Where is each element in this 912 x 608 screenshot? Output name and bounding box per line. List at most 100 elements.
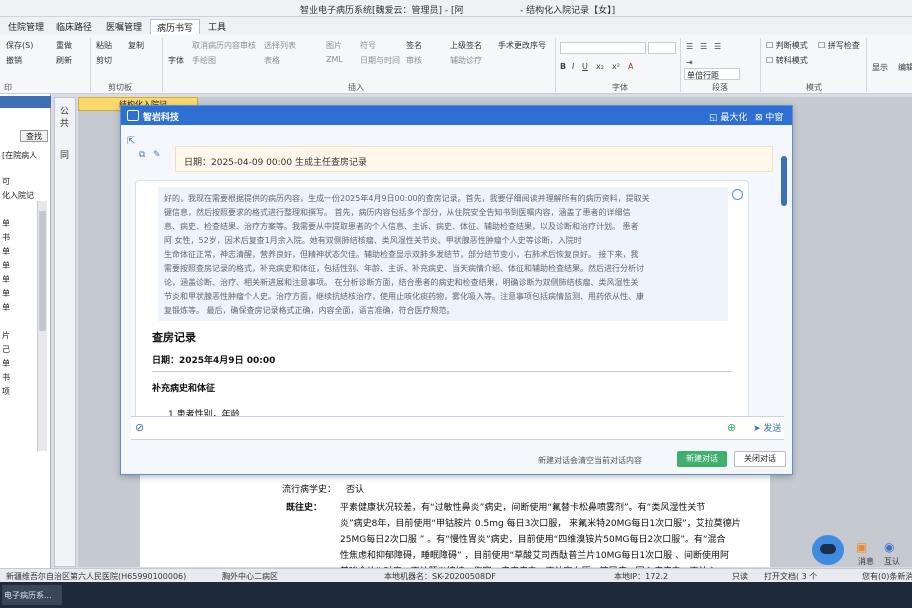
font-face-button[interactable]: 字体 — [168, 55, 184, 66]
tab-orders[interactable]: 医嘱管理 — [100, 19, 148, 34]
taskbar: 电子病历系... — [0, 582, 912, 608]
revise-mode-checkbox[interactable]: ☐ 判断模式 — [766, 40, 808, 51]
close-chat-button[interactable]: 关闭对话 — [734, 451, 786, 467]
attach-icon[interactable]: ⊘ — [135, 421, 144, 434]
table-button[interactable]: 表格 — [264, 55, 280, 66]
status-ip: 本地IP：172.2 — [614, 572, 669, 581]
aux-diagnosis-button[interactable]: 辅助诊疗 — [450, 55, 482, 66]
answer-title: 查房记录 — [152, 331, 196, 344]
refresh-button[interactable]: 刷新 — [56, 55, 72, 66]
tab-clinical-path[interactable]: 临床路径 — [50, 19, 98, 34]
edit-button[interactable]: 编辑 — [898, 62, 912, 73]
answer-section: 补充病史和体征 — [152, 384, 216, 394]
paste-button[interactable]: 粘贴 — [96, 40, 112, 51]
message-label[interactable]: 消息 — [858, 556, 874, 567]
divider — [162, 38, 163, 92]
font-color-icon[interactable]: A — [628, 62, 633, 71]
dialog-scrollbar[interactable] — [781, 156, 787, 206]
list-item[interactable]: 单 — [2, 274, 10, 285]
copy-icon[interactable]: ⧉ — [139, 150, 145, 160]
status-ward: 胸外中心二病区 — [222, 572, 278, 581]
taskbar-app-button[interactable]: 电子病历系... — [2, 585, 62, 605]
collapse-icon[interactable] — [732, 189, 743, 200]
subscript-icon[interactable]: x₂ — [596, 62, 604, 71]
list-item[interactable]: 可 — [2, 176, 10, 187]
list-item[interactable]: 书 — [2, 232, 10, 243]
list-item[interactable]: 单 — [2, 302, 10, 313]
symbol-button[interactable]: 符号 — [360, 40, 376, 51]
tab-record-writing[interactable]: 病历书写 — [150, 19, 201, 34]
past-history-line: 25MG每日2次口服 ” 。有“慢性胃炎”病史，目前使用“四维溴铵片50MG每日… — [340, 535, 726, 545]
add-icon[interactable]: ⊕ — [727, 421, 736, 434]
group-insert-label: 插入 — [348, 83, 364, 92]
interact-icon[interactable]: ◉ — [884, 540, 894, 554]
cut-button[interactable]: 剪切 — [96, 55, 112, 66]
new-chat-button[interactable]: 新建对话 — [677, 451, 727, 467]
transfer-mode-checkbox[interactable]: ☐ 转科模式 — [766, 55, 808, 66]
cancel-review-button[interactable]: 取消病历内容审核 — [192, 40, 256, 51]
align-left-icon[interactable]: ☰ — [686, 42, 693, 51]
patient-filter[interactable]: [在院病人 — [2, 150, 37, 161]
undo-button[interactable]: 撤销 — [6, 55, 22, 66]
align-center-icon[interactable]: ☰ — [700, 42, 707, 51]
datetime-button[interactable]: 日期与时间 — [360, 55, 400, 66]
send-label: 发送 — [763, 424, 782, 434]
underline-icon[interactable]: U — [582, 62, 588, 71]
zml-button[interactable]: ZML — [326, 55, 343, 64]
edit-icon[interactable]: ✎ — [153, 150, 161, 160]
chat-input[interactable]: ⊘ ⊕ ➤ 发送 — [131, 416, 784, 440]
strip-label[interactable]: 同 — [60, 148, 69, 161]
list-item[interactable]: 单 — [2, 260, 10, 271]
spellcheck-checkbox[interactable]: ☐ 拼写检查 — [818, 40, 860, 51]
list-item[interactable]: 片 — [2, 330, 10, 341]
medium-window-label: 中窗 — [765, 113, 784, 123]
brand-logo-icon — [127, 110, 139, 121]
superscript-icon[interactable]: x² — [612, 62, 620, 71]
align-right-icon[interactable]: ☰ — [714, 42, 721, 51]
divider — [680, 38, 681, 92]
brand-name: 智岩科技 — [143, 113, 180, 123]
sign-button[interactable]: 签名 — [406, 40, 422, 51]
left-scrollbar[interactable] — [37, 201, 47, 451]
list-item[interactable]: 单 — [2, 218, 10, 229]
scroll-thumb[interactable] — [39, 211, 46, 331]
send-button[interactable]: ➤ 发送 — [753, 421, 793, 437]
indent-icon[interactable]: ⇥ — [686, 58, 693, 67]
assistant-robot-icon[interactable] — [812, 535, 844, 565]
copy-button[interactable]: 复制 — [128, 40, 144, 51]
list-item[interactable]: 项 — [2, 386, 10, 397]
font-size-select[interactable] — [648, 42, 676, 54]
redo-button[interactable]: 重做 — [56, 40, 72, 51]
font-family-select[interactable] — [560, 42, 646, 54]
divider — [555, 38, 556, 92]
change-order-button[interactable]: 手术更改序号 — [498, 40, 546, 51]
display-button[interactable]: 显示 — [872, 62, 888, 73]
message-icon[interactable]: ▣ — [856, 540, 867, 554]
image-button[interactable]: 图片 — [326, 40, 342, 51]
medium-window-button[interactable]: ⊠ 中窗 — [755, 110, 783, 123]
thinking-line: 阿 女性，52岁，因术后复查1月余入院。她有双侧肺结核瘤、类风湿性关节炎、甲状腺… — [164, 236, 582, 245]
maximize-button[interactable]: ◱ 最大化 — [709, 110, 747, 123]
list-item[interactable]: 单 — [2, 288, 10, 299]
search-button[interactable]: 查找 — [20, 130, 48, 142]
check-button[interactable]: 审核 — [406, 55, 422, 66]
interact-label[interactable]: 互认 — [884, 556, 900, 567]
revise-mode-label: 判断模式 — [775, 41, 808, 50]
bold-icon[interactable]: B — [560, 62, 566, 71]
select-list-button[interactable]: 选择列表 — [264, 40, 296, 51]
list-item[interactable]: 化入院记 — [2, 190, 34, 201]
list-item[interactable]: 单 — [2, 358, 10, 369]
tab-inpatient[interactable]: 住院管理 — [2, 19, 50, 34]
line-spacing-select[interactable]: 单倍行距 — [684, 68, 740, 80]
handdraw-button[interactable]: 手绘图 — [192, 55, 216, 66]
list-item[interactable]: 单 — [2, 246, 10, 257]
save-button[interactable]: 保存(S) — [6, 40, 33, 51]
tab-tools[interactable]: 工具 — [202, 19, 232, 34]
upper-sign-button[interactable]: 上级签名 — [450, 40, 482, 51]
list-item[interactable]: 书 — [2, 372, 10, 383]
group-paragraph-label: 段落 — [712, 83, 728, 92]
status-notice[interactable]: 您有(0)条新消 — [862, 571, 912, 582]
list-item[interactable]: 己 — [2, 344, 10, 355]
strip-label[interactable]: 共 — [60, 116, 69, 129]
italic-icon[interactable]: I — [572, 62, 574, 71]
